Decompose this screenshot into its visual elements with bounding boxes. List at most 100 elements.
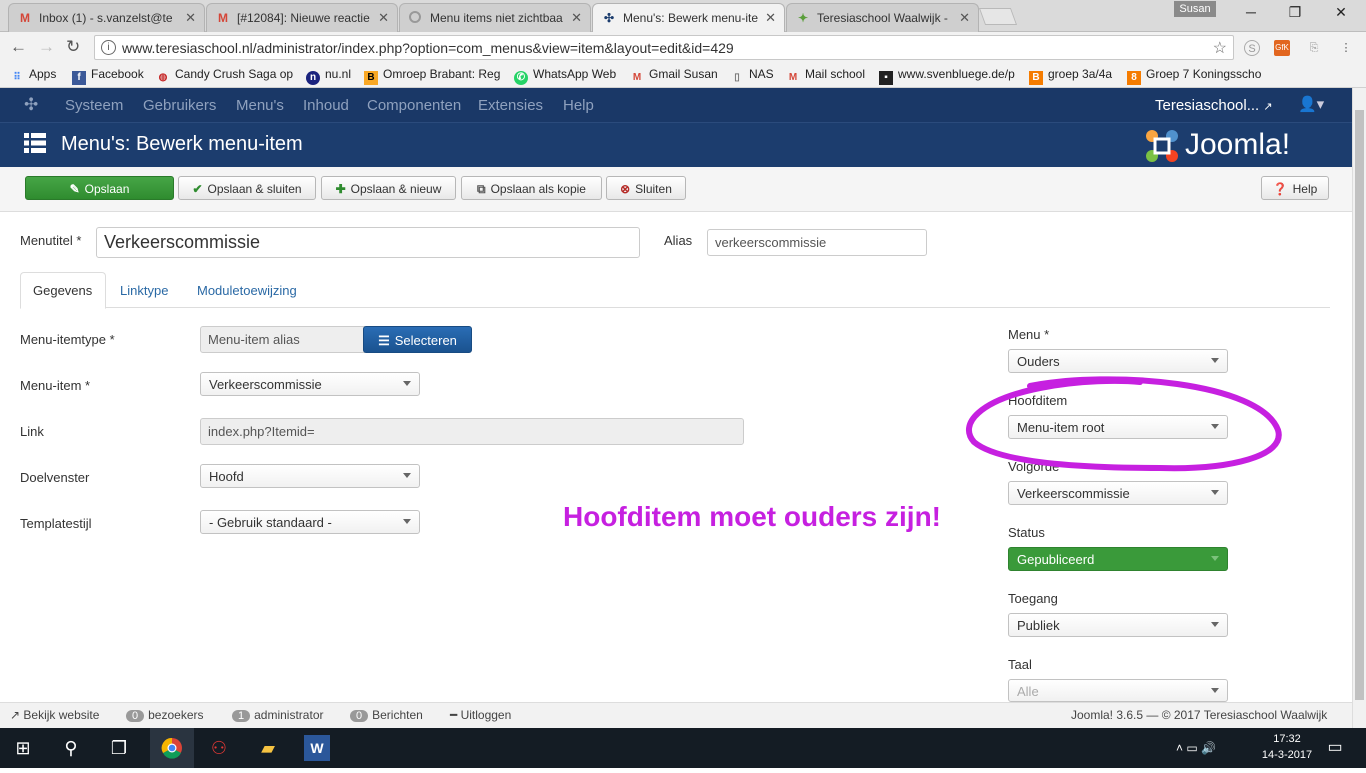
save-copy-button[interactable]: ⧉ Opslaan als kopie bbox=[461, 176, 602, 200]
skype-icon[interactable]: S bbox=[1244, 40, 1260, 56]
site-link[interactable]: Teresiaschool... ↗ bbox=[1155, 97, 1273, 114]
logout-link[interactable]: ━ Uitloggen bbox=[450, 708, 511, 722]
menu-icon[interactable]: ⋮ bbox=[1338, 40, 1354, 56]
select-type-button[interactable]: ☰ Selecteren bbox=[363, 326, 472, 353]
order-select[interactable]: Verkeerscommissie bbox=[1008, 481, 1228, 505]
bookmark-candy-crush[interactable]: ◍ Candy Crush Saga op bbox=[156, 67, 293, 85]
template-label: Templatestijl bbox=[20, 516, 92, 531]
maximize-icon[interactable]: ❐ bbox=[1280, 4, 1310, 21]
status-select[interactable]: Gepubliceerd bbox=[1008, 547, 1228, 571]
gfk-icon[interactable]: GfK bbox=[1274, 40, 1290, 56]
back-icon[interactable]: ← bbox=[10, 37, 27, 57]
edit-icon: ✎ bbox=[69, 182, 80, 196]
notifications-icon[interactable]: ▭ bbox=[1322, 735, 1348, 761]
cancel-icon: ⊗ bbox=[620, 182, 631, 196]
save-close-button[interactable]: ✔ Opslaan & sluiten bbox=[178, 176, 316, 200]
profile-chip[interactable]: Susan bbox=[1174, 1, 1216, 17]
admin-status[interactable]: 1 administrator bbox=[232, 708, 323, 722]
forward-icon[interactable]: → bbox=[38, 37, 55, 57]
windows-start-icon[interactable]: ⊞ bbox=[10, 735, 36, 761]
menu-itemtype-field: Menu-item alias bbox=[200, 326, 365, 353]
nav-help[interactable]: Help bbox=[563, 97, 594, 114]
facebook-icon: f bbox=[72, 71, 86, 85]
close-icon[interactable]: ✕ bbox=[959, 10, 970, 26]
bookmark-facebook[interactable]: f Facebook bbox=[72, 67, 144, 85]
browser-tab-reactie[interactable]: M [#12084]: Nieuwe reactie ✕ bbox=[206, 3, 398, 32]
bookmark-groep-3a4a[interactable]: Bgroep 3a/4a bbox=[1029, 67, 1112, 85]
bookmark-nas[interactable]: ▯ NAS bbox=[730, 67, 773, 85]
chrome-taskbar-icon[interactable] bbox=[150, 728, 194, 768]
bookmark-mail-school[interactable]: M Mail school bbox=[786, 67, 865, 85]
nav-systeem[interactable]: Systeem bbox=[65, 97, 123, 114]
external-link-icon: ↗ bbox=[1263, 101, 1273, 113]
bookmark-omroep-brabant[interactable]: B Omroep Brabant: Reg bbox=[364, 67, 500, 85]
nav-inhoud[interactable]: Inhoud bbox=[303, 97, 349, 114]
menu-item-label: Menu-item * bbox=[20, 378, 91, 393]
people-app-icon[interactable]: ⚇ bbox=[206, 735, 232, 761]
access-select[interactable]: Publiek bbox=[1008, 613, 1228, 637]
joomla-icon[interactable]: ✣ bbox=[24, 95, 38, 115]
target-select[interactable]: Hoofd bbox=[200, 464, 420, 488]
search-icon[interactable]: ⚲ bbox=[58, 735, 84, 761]
link-label: Link bbox=[20, 424, 44, 439]
caret-down-icon bbox=[403, 381, 411, 386]
joomla-icon: ✣ bbox=[603, 11, 615, 25]
caret-down-icon bbox=[1211, 358, 1219, 363]
language-label: Taal bbox=[1008, 657, 1032, 672]
annotation-circle bbox=[966, 376, 1282, 472]
alias-input[interactable]: verkeerscommissie bbox=[707, 229, 927, 256]
save-button[interactable]: ✎ Opslaan bbox=[25, 176, 174, 200]
tab-linktype[interactable]: Linktype bbox=[120, 283, 168, 298]
menu-select[interactable]: Ouders bbox=[1008, 349, 1228, 373]
browser-tab-menus-edit[interactable]: ✣ Menu's: Bewerk menu-ite ✕ bbox=[592, 3, 785, 33]
language-select[interactable]: Alle bbox=[1008, 679, 1228, 702]
bookmark-whatsapp[interactable]: ✆ WhatsApp Web bbox=[514, 67, 616, 85]
bookmark-svenbluege[interactable]: ▪ www.svenbluege.de/p bbox=[879, 67, 1015, 85]
minus-icon: ━ bbox=[450, 708, 458, 722]
visitors-status[interactable]: 0 bezoekers bbox=[126, 708, 204, 722]
scrollbar-thumb[interactable] bbox=[1355, 110, 1364, 700]
access-label: Toegang bbox=[1008, 591, 1058, 606]
view-site-link[interactable]: ↗ Bekijk website bbox=[10, 708, 99, 722]
save-new-button[interactable]: ✚ Opslaan & nieuw bbox=[321, 176, 456, 200]
pdf-icon[interactable]: ⎘ bbox=[1306, 40, 1322, 56]
bookmark-groep-7[interactable]: 8 Groep 7 Koningsscho bbox=[1127, 67, 1261, 85]
close-icon[interactable]: ✕ bbox=[571, 10, 582, 26]
nav-extensies[interactable]: Extensies bbox=[478, 97, 543, 114]
close-icon[interactable]: ✕ bbox=[765, 10, 776, 26]
title-input[interactable]: Verkeerscommissie bbox=[96, 227, 640, 258]
whatsapp-icon: ✆ bbox=[514, 71, 528, 85]
nav-menus[interactable]: Menu's bbox=[236, 97, 284, 114]
reload-icon[interactable]: ↻ bbox=[66, 37, 80, 57]
browser-tab-inbox[interactable]: M Inbox (1) - s.vanzelst@te ✕ bbox=[8, 3, 205, 32]
close-icon[interactable]: ✕ bbox=[378, 10, 389, 26]
help-button[interactable]: ❓ Help bbox=[1261, 176, 1329, 200]
browser-tab-menu-items[interactable]: Menu items niet zichtbaa ✕ bbox=[399, 3, 591, 32]
tab-title: Menu items niet zichtbaa bbox=[430, 11, 563, 25]
bookmark-star-icon[interactable]: ☆ bbox=[1213, 38, 1227, 58]
minimize-icon[interactable]: ─ bbox=[1236, 4, 1266, 20]
close-button[interactable]: ⊗ Sluiten bbox=[606, 176, 686, 200]
messages-status[interactable]: 0 Berichten bbox=[350, 708, 423, 722]
info-icon[interactable]: i bbox=[101, 40, 116, 55]
address-bar[interactable]: i www.teresiaschool.nl/administrator/ind… bbox=[94, 35, 1234, 60]
user-menu-icon[interactable]: 👤▾ bbox=[1298, 95, 1324, 113]
check-icon: ✔ bbox=[192, 182, 203, 196]
window-close-icon[interactable]: ✕ bbox=[1326, 4, 1356, 21]
template-select[interactable]: - Gebruik standaard - bbox=[200, 510, 420, 534]
browser-tab-teresiaschool[interactable]: ✦ Teresiaschool Waalwijk - ✕ bbox=[786, 3, 979, 32]
system-tray-icons[interactable]: ˄ ▭ 🔊 bbox=[1176, 735, 1256, 761]
clock[interactable]: 17:32 14-3-2017 bbox=[1252, 731, 1322, 763]
tab-moduletoewijzing[interactable]: Moduletoewijzing bbox=[197, 283, 297, 298]
nav-componenten[interactable]: Componenten bbox=[367, 97, 461, 114]
bookmark-apps[interactable]: ⠿ Apps bbox=[10, 67, 56, 85]
menu-item-select[interactable]: Verkeerscommissie bbox=[200, 372, 420, 396]
new-tab-button[interactable] bbox=[978, 8, 1018, 25]
close-icon[interactable]: ✕ bbox=[185, 10, 196, 26]
word-icon[interactable]: W bbox=[304, 735, 330, 761]
bookmark-gmail-susan[interactable]: M Gmail Susan bbox=[630, 67, 718, 85]
task-view-icon[interactable]: ❐ bbox=[106, 735, 132, 761]
nav-gebruikers[interactable]: Gebruikers bbox=[143, 97, 216, 114]
bookmark-nu[interactable]: n nu.nl bbox=[306, 67, 351, 85]
file-explorer-icon[interactable]: ▰ bbox=[255, 735, 281, 761]
